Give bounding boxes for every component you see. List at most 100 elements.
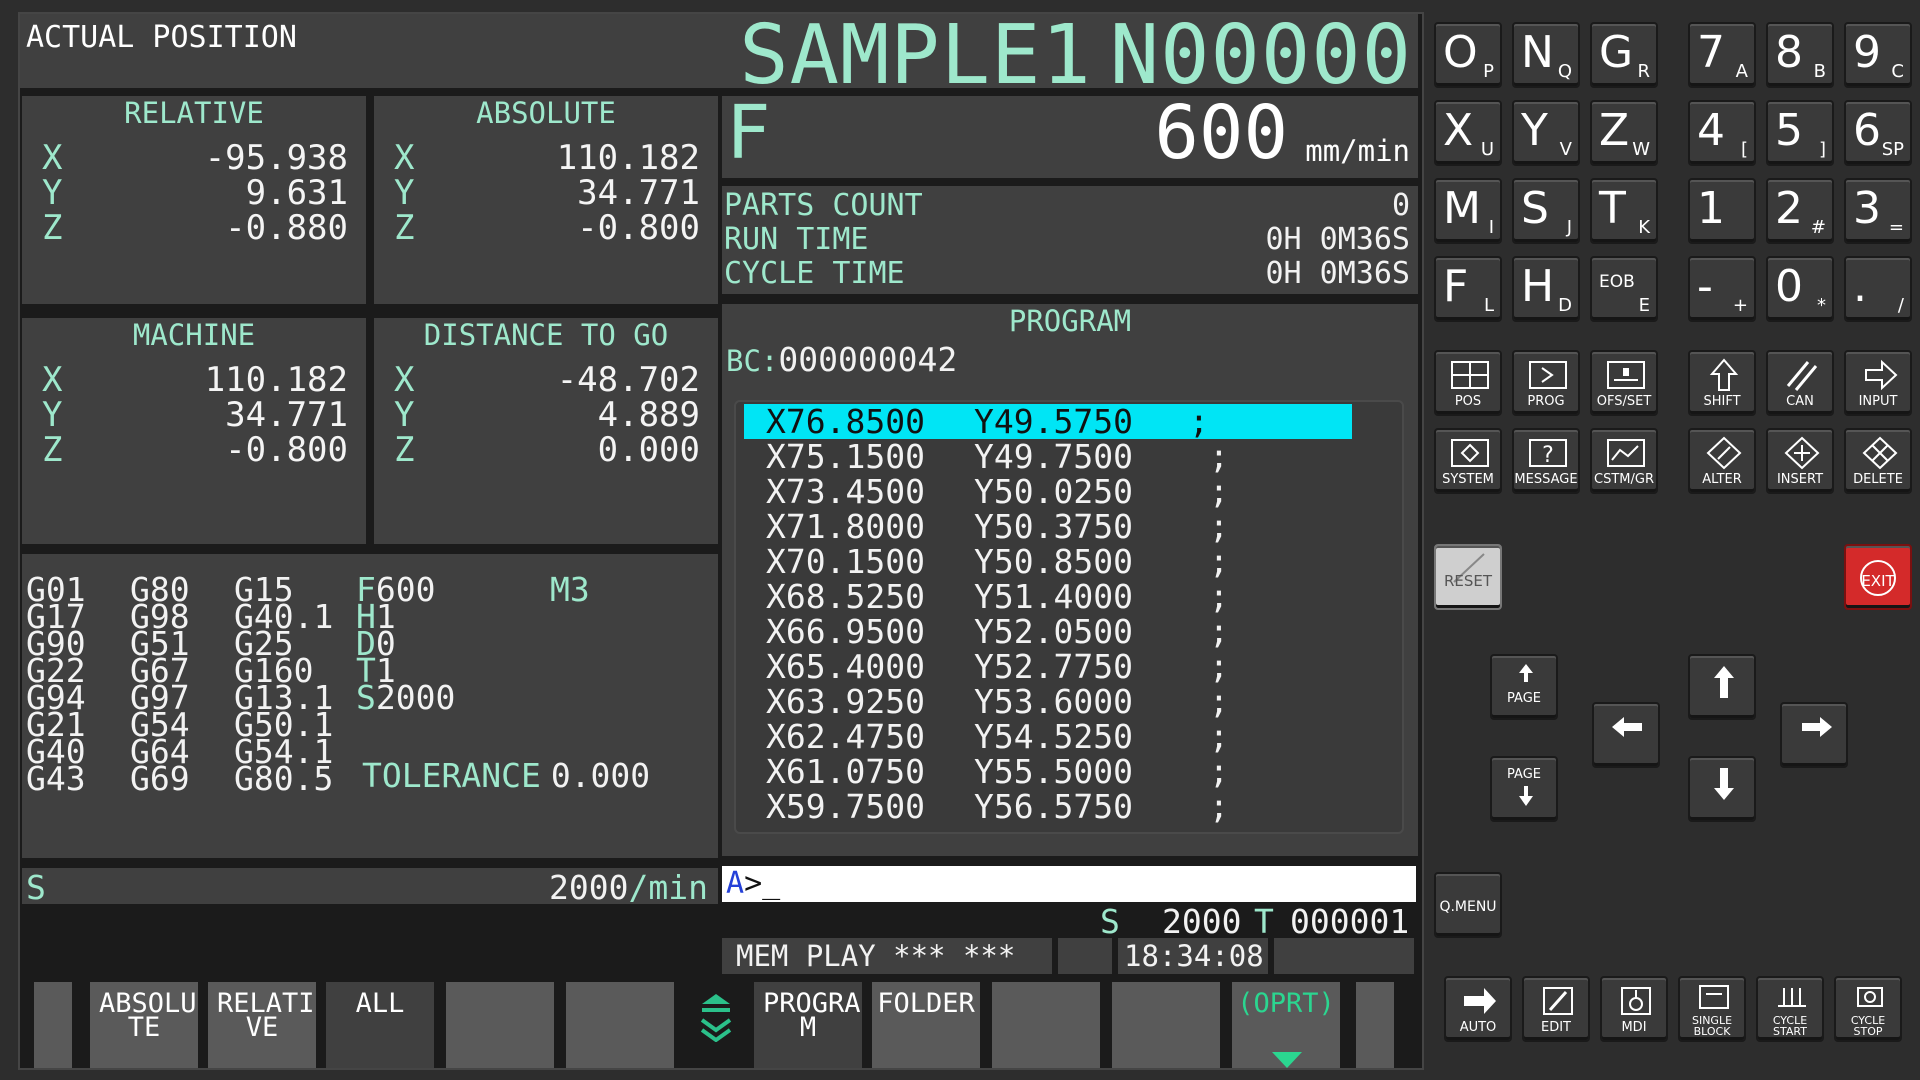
key-pos[interactable]: POS	[1434, 350, 1502, 416]
tolerance-label: TOLERANCE	[362, 756, 541, 795]
key-3[interactable]: 3 =	[1844, 178, 1912, 244]
reset-button[interactable]: RESET	[1434, 544, 1502, 610]
page-up-button[interactable]: PAGE	[1490, 654, 1558, 720]
key-n[interactable]: NQ	[1512, 22, 1580, 88]
key-6[interactable]: 6 SP	[1844, 100, 1912, 166]
softkey-relative[interactable]: RELATI VE	[208, 982, 316, 1068]
softkey-right-arrow[interactable]	[1356, 982, 1394, 1068]
auto-icon	[1464, 988, 1496, 1014]
key-message[interactable]: ? MESSAGE	[1512, 428, 1580, 494]
axis-label: X	[394, 360, 415, 400]
modal-fhdts: F600 H1 D0 T1 S2000	[356, 573, 455, 714]
key-1[interactable]: 1	[1688, 178, 1756, 244]
key-label: DELETE	[1853, 472, 1903, 487]
key-can[interactable]: CAN	[1766, 350, 1834, 416]
cursor-right-button[interactable]	[1780, 702, 1848, 768]
arrow-right-icon	[1802, 717, 1832, 737]
key-h[interactable]: HD	[1512, 256, 1580, 322]
key-custom-graph[interactable]: CSTM/GR	[1590, 428, 1658, 494]
softkey-blank-2[interactable]	[566, 982, 674, 1068]
key-label: PAGE	[1507, 767, 1541, 782]
softkey-left-arrow[interactable]	[34, 982, 72, 1068]
program-line[interactable]: X62.4750 Y54.5250;	[744, 719, 1354, 754]
program-line[interactable]: X66.9500 Y52.0500;	[744, 614, 1354, 649]
key-input[interactable]: INPUT	[1844, 350, 1912, 416]
key-9[interactable]: 9C	[1844, 22, 1912, 88]
mode-auto[interactable]: AUTO	[1444, 976, 1512, 1042]
key-alter[interactable]: ALTER	[1688, 428, 1756, 494]
parts-count-value: 0	[1391, 188, 1410, 223]
mode-single-block[interactable]: SINGLE BLOCK	[1678, 976, 1746, 1042]
program-line[interactable]: X61.0750 Y55.5000;	[744, 754, 1354, 789]
key-shift[interactable]: SHIFT	[1688, 350, 1756, 416]
mode-mdi[interactable]: MDI	[1600, 976, 1668, 1042]
key-label: CYCLE STOP	[1850, 1014, 1886, 1038]
program-line[interactable]: X65.4000 Y52.7750;	[744, 649, 1354, 684]
relative-y-row: Y 9.631	[42, 173, 348, 213]
axis-value: -95.938	[204, 138, 348, 178]
alter-icon	[1706, 436, 1742, 470]
key-z[interactable]: ZW	[1590, 100, 1658, 166]
key-label: INPUT	[1858, 394, 1898, 409]
modal-letter: S	[356, 678, 376, 717]
key-8[interactable]: 8B	[1766, 22, 1834, 88]
key-7[interactable]: 7A	[1688, 22, 1756, 88]
key-5[interactable]: 5]	[1766, 100, 1834, 166]
key-insert[interactable]: INSERT	[1766, 428, 1834, 494]
key-main: EOB	[1599, 272, 1635, 292]
exit-button[interactable]: EXIT	[1844, 544, 1912, 610]
key-s[interactable]: SJ	[1512, 178, 1580, 244]
program-line[interactable]: X71.8000 Y50.3750;	[744, 509, 1354, 544]
key-ofs-set[interactable]: OFS/SET	[1590, 350, 1658, 416]
key-minus[interactable]: - +	[1688, 256, 1756, 322]
softkey-blank-4[interactable]	[1112, 982, 1220, 1068]
key-f[interactable]: FL	[1434, 256, 1502, 322]
program-listing[interactable]: X76.8500 Y49.5750; X75.1500 Y49.7500; X73.…	[734, 400, 1404, 834]
program-line-current[interactable]: X76.8500 Y49.5750;	[744, 404, 1352, 439]
run-time-label: RUN TIME	[724, 222, 869, 257]
key-t[interactable]: TK	[1590, 178, 1658, 244]
key-m[interactable]: MI	[1434, 178, 1502, 244]
key-delete[interactable]: DELETE	[1844, 428, 1912, 494]
key-4[interactable]: 4[	[1688, 100, 1756, 166]
program-line[interactable]: X75.1500 Y49.7500;	[744, 439, 1354, 474]
key-label: EDIT	[1541, 1020, 1571, 1035]
quick-menu-button[interactable]: Q.MENU	[1434, 872, 1502, 938]
softkey-label: ALL	[355, 988, 405, 1019]
program-line[interactable]: X68.5250 Y51.4000;	[744, 579, 1354, 614]
program-line[interactable]: X70.1500 Y50.8500;	[744, 544, 1354, 579]
program-line[interactable]: X73.4500 Y50.0250;	[744, 474, 1354, 509]
program-line[interactable]: X59.7500 Y56.5750;	[744, 789, 1354, 824]
key-y[interactable]: YV	[1512, 100, 1580, 166]
softkey-all[interactable]: ALL	[326, 982, 434, 1068]
key-main: T	[1599, 183, 1626, 234]
key-input-buffer[interactable]: A>_	[722, 866, 1416, 902]
mode-edit[interactable]: EDIT	[1522, 976, 1590, 1042]
key-eob[interactable]: EOB E	[1590, 256, 1658, 322]
softkey-blank-1[interactable]	[446, 982, 554, 1068]
cursor-down-button[interactable]	[1688, 756, 1756, 822]
softkey-program[interactable]: PROGRA M	[754, 982, 862, 1068]
key-prog[interactable]: PROG	[1512, 350, 1580, 416]
cursor-left-button[interactable]	[1592, 702, 1660, 768]
key-period[interactable]: . /	[1844, 256, 1912, 322]
axis-value: -48.702	[556, 360, 700, 400]
softkey-folder[interactable]: FOLDER	[872, 982, 980, 1068]
softkey-operation[interactable]: (OPRT)	[1232, 982, 1340, 1068]
key-2[interactable]: 2 #	[1766, 178, 1834, 244]
softkey-blank-3[interactable]	[992, 982, 1100, 1068]
key-g[interactable]: GR	[1590, 22, 1658, 88]
key-o[interactable]: OP	[1434, 22, 1502, 88]
key-x[interactable]: XU	[1434, 100, 1502, 166]
key-0[interactable]: 0 *	[1766, 256, 1834, 322]
key-sub: V	[1559, 139, 1572, 160]
input-arrow-icon	[1865, 359, 1898, 391]
page-down-button[interactable]: PAGE	[1490, 756, 1558, 822]
key-system[interactable]: SYSTEM	[1434, 428, 1502, 494]
cycle-start-button[interactable]: CYCLE START	[1756, 976, 1824, 1042]
program-line[interactable]: X63.9250 Y53.6000;	[744, 684, 1354, 719]
softkey-absolute[interactable]: ABSOLU TE	[90, 982, 198, 1068]
program-x: X70.1500	[766, 542, 925, 581]
cursor-up-button[interactable]	[1688, 654, 1756, 720]
cycle-stop-button[interactable]: CYCLE STOP	[1834, 976, 1902, 1042]
